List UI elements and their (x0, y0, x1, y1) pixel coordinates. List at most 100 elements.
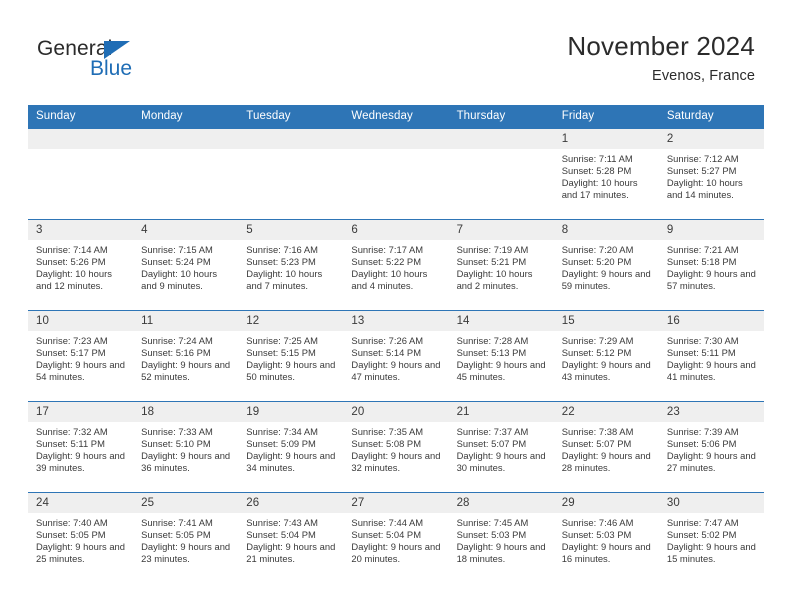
weekday-header-tuesday: Tuesday (238, 105, 344, 129)
sunrise-text: Sunrise: 7:37 AM (456, 426, 529, 437)
sunrise-text: Sunrise: 7:20 AM (561, 244, 634, 255)
calendar-day-cell[interactable]: 5 Sunrise: 7:16 AM Sunset: 5:23 PM Daylight… (238, 219, 344, 311)
daylight-text: Daylight: 9 hours and 16 minutes. (561, 540, 651, 564)
daylight-text: Daylight: 9 hours and 36 minutes. (141, 449, 231, 473)
calendar-day-cell[interactable]: 10 Sunrise: 7:23 AM Sunset: 5:17 PM Dayligh… (28, 310, 134, 402)
day-number (28, 129, 134, 149)
weekday-header-monday: Monday (133, 105, 239, 129)
calendar-week-row: 17 Sunrise: 7:32 AM Sunset: 5:11 PM Dayligh… (28, 401, 764, 493)
sunrise-text: Sunrise: 7:30 AM (666, 335, 739, 346)
day-cell-inner: 15 Sunrise: 7:29 AM Sunset: 5:12 PM Dayligh… (553, 311, 659, 401)
calendar-day-cell[interactable]: 22 Sunrise: 7:38 AM Sunset: 5:07 PM Dayligh… (553, 401, 659, 493)
calendar-day-cell[interactable]: 13 Sunrise: 7:26 AM Sunset: 5:14 PM Dayligh… (343, 310, 449, 402)
daylight-text: Daylight: 9 hours and 15 minutes. (666, 540, 756, 564)
calendar-page: General Blue November 2024 Evenos, Franc… (0, 0, 792, 612)
day-number: 24 (28, 493, 134, 513)
day-number: 3 (28, 220, 134, 240)
calendar-day-cell[interactable]: 16 Sunrise: 7:30 AM Sunset: 5:11 PM Dayligh… (658, 310, 764, 402)
calendar-day-cell[interactable]: 8 Sunrise: 7:20 AM Sunset: 5:20 PM Daylight… (553, 219, 659, 311)
sunset-text: Sunset: 5:26 PM (36, 255, 106, 267)
day-number: 17 (28, 402, 134, 422)
day-cell-inner: 3 Sunrise: 7:14 AM Sunset: 5:26 PM Daylight… (28, 220, 134, 310)
calendar-day-cell[interactable]: 19 Sunrise: 7:34 AM Sunset: 5:09 PM Dayligh… (238, 401, 344, 493)
calendar-day-cell[interactable]: 11 Sunrise: 7:24 AM Sunset: 5:16 PM Dayligh… (133, 310, 239, 402)
calendar-day-cell[interactable]: 24 Sunrise: 7:40 AM Sunset: 5:05 PM Dayligh… (28, 492, 134, 583)
calendar-table: Sunday Monday Tuesday Wednesday Thursday… (28, 105, 764, 583)
calendar-day-cell[interactable]: 1 Sunrise: 7:11 AM Sunset: 5:28 PM Daylight… (553, 129, 659, 220)
day-cell-inner (448, 129, 554, 219)
calendar-day-cell[interactable]: 23 Sunrise: 7:39 AM Sunset: 5:06 PM Dayligh… (658, 401, 764, 493)
calendar-day-cell[interactable]: 30 Sunrise: 7:47 AM Sunset: 5:02 PM Dayligh… (658, 492, 764, 583)
day-number: 11 (133, 311, 239, 331)
sun-info: Sunrise: 7:21 AM Sunset: 5:18 PM Daylight:… (659, 240, 764, 292)
calendar-day-cell[interactable]: 21 Sunrise: 7:37 AM Sunset: 5:07 PM Dayligh… (448, 401, 554, 493)
sun-info: Sunrise: 7:15 AM Sunset: 5:24 PM Daylight:… (133, 240, 238, 292)
calendar-day-cell[interactable]: 25 Sunrise: 7:41 AM Sunset: 5:05 PM Dayligh… (133, 492, 239, 583)
calendar-day-cell[interactable]: 29 Sunrise: 7:46 AM Sunset: 5:03 PM Dayligh… (553, 492, 659, 583)
daylight-text: Daylight: 9 hours and 27 minutes. (666, 449, 756, 473)
calendar-day-cell[interactable]: 4 Sunrise: 7:15 AM Sunset: 5:24 PM Daylight… (133, 219, 239, 311)
weekday-header-wednesday: Wednesday (343, 105, 449, 129)
day-number: 25 (133, 493, 239, 513)
calendar-day-cell[interactable]: 17 Sunrise: 7:32 AM Sunset: 5:11 PM Dayligh… (28, 401, 134, 493)
day-cell-inner: 22 Sunrise: 7:38 AM Sunset: 5:07 PM Dayligh… (553, 402, 659, 492)
day-cell-inner: 19 Sunrise: 7:34 AM Sunset: 5:09 PM Dayligh… (238, 402, 344, 492)
daylight-text: Daylight: 9 hours and 25 minutes. (36, 540, 126, 564)
sunrise-text: Sunrise: 7:11 AM (561, 153, 633, 164)
daylight-text: Daylight: 9 hours and 45 minutes. (456, 358, 546, 382)
day-number: 16 (658, 311, 764, 331)
calendar-week-row: 10 Sunrise: 7:23 AM Sunset: 5:17 PM Dayligh… (28, 310, 764, 402)
calendar-day-cell[interactable]: 14 Sunrise: 7:28 AM Sunset: 5:13 PM Dayligh… (448, 310, 554, 402)
sunset-text: Sunset: 5:16 PM (141, 346, 211, 358)
sunrise-text: Sunrise: 7:39 AM (666, 426, 739, 437)
day-cell-inner: 25 Sunrise: 7:41 AM Sunset: 5:05 PM Dayligh… (133, 493, 239, 583)
sunrise-text: Sunrise: 7:28 AM (456, 335, 529, 346)
calendar-day-cell[interactable]: 15 Sunrise: 7:29 AM Sunset: 5:12 PM Dayligh… (553, 310, 659, 402)
sunrise-text: Sunrise: 7:43 AM (246, 517, 318, 528)
sun-info: Sunrise: 7:37 AM Sunset: 5:07 PM Daylight:… (449, 422, 554, 474)
calendar-day-cell[interactable]: 3 Sunrise: 7:14 AM Sunset: 5:26 PM Daylight… (28, 219, 134, 311)
sunrise-text: Sunrise: 7:38 AM (561, 426, 634, 437)
day-cell-inner: 5 Sunrise: 7:16 AM Sunset: 5:23 PM Daylight… (238, 220, 344, 310)
day-number: 23 (658, 402, 764, 422)
sun-info: Sunrise: 7:39 AM Sunset: 5:06 PM Daylight:… (659, 422, 764, 474)
general-blue-logo[interactable]: General Blue (37, 38, 217, 88)
calendar-week-row: 24 Sunrise: 7:40 AM Sunset: 5:05 PM Dayligh… (28, 492, 764, 583)
day-number: 12 (238, 311, 344, 331)
calendar-day-cell[interactable]: 28 Sunrise: 7:45 AM Sunset: 5:03 PM Dayligh… (448, 492, 554, 583)
day-cell-inner: 14 Sunrise: 7:28 AM Sunset: 5:13 PM Dayligh… (448, 311, 554, 401)
day-cell-inner: 27 Sunrise: 7:44 AM Sunset: 5:04 PM Dayligh… (343, 493, 449, 583)
daylight-text: Daylight: 9 hours and 59 minutes. (561, 267, 651, 291)
daylight-text: Daylight: 9 hours and 20 minutes. (351, 540, 441, 564)
sunset-text: Sunset: 5:03 PM (561, 528, 632, 540)
calendar-day-cell[interactable]: 27 Sunrise: 7:44 AM Sunset: 5:04 PM Dayligh… (343, 492, 449, 583)
calendar-day-cell[interactable]: 12 Sunrise: 7:25 AM Sunset: 5:15 PM Dayligh… (238, 310, 344, 402)
day-number: 10 (28, 311, 134, 331)
sunset-text: Sunset: 5:23 PM (246, 255, 316, 267)
daylight-text: Daylight: 10 hours and 2 minutes. (456, 267, 533, 291)
calendar-header-row: Sunday Monday Tuesday Wednesday Thursday… (28, 105, 764, 129)
day-cell-inner (133, 129, 239, 219)
sunrise-text: Sunrise: 7:19 AM (456, 244, 529, 255)
sun-info: Sunrise: 7:33 AM Sunset: 5:10 PM Daylight:… (133, 422, 238, 474)
calendar-day-cell[interactable]: 7 Sunrise: 7:19 AM Sunset: 5:21 PM Daylight… (448, 219, 554, 311)
sun-info: Sunrise: 7:47 AM Sunset: 5:02 PM Daylight:… (659, 513, 764, 565)
sunrise-text: Sunrise: 7:23 AM (36, 335, 108, 346)
sunset-text: Sunset: 5:04 PM (246, 528, 316, 540)
calendar-day-cell[interactable]: 26 Sunrise: 7:43 AM Sunset: 5:04 PM Dayligh… (238, 492, 344, 583)
calendar-day-cell[interactable]: 18 Sunrise: 7:33 AM Sunset: 5:10 PM Dayligh… (133, 401, 239, 493)
sunset-text: Sunset: 5:27 PM (666, 164, 737, 176)
sun-info: Sunrise: 7:41 AM Sunset: 5:05 PM Daylight:… (133, 513, 238, 565)
calendar-day-cell[interactable]: 2 Sunrise: 7:12 AM Sunset: 5:27 PM Daylight… (658, 129, 764, 220)
sunset-text: Sunset: 5:15 PM (246, 346, 316, 358)
sun-info: Sunrise: 7:35 AM Sunset: 5:08 PM Daylight:… (343, 422, 448, 474)
calendar-day-cell[interactable]: 6 Sunrise: 7:17 AM Sunset: 5:22 PM Daylight… (343, 219, 449, 311)
sunset-text: Sunset: 5:11 PM (36, 437, 105, 449)
day-number: 9 (658, 220, 764, 240)
sunset-text: Sunset: 5:10 PM (141, 437, 211, 449)
day-cell-inner: 9 Sunrise: 7:21 AM Sunset: 5:18 PM Daylight… (658, 220, 764, 310)
calendar-day-cell[interactable]: 20 Sunrise: 7:35 AM Sunset: 5:08 PM Dayligh… (343, 401, 449, 493)
day-cell-inner: 23 Sunrise: 7:39 AM Sunset: 5:06 PM Dayligh… (658, 402, 764, 492)
daylight-text: Daylight: 9 hours and 30 minutes. (456, 449, 546, 473)
calendar-day-cell[interactable]: 9 Sunrise: 7:21 AM Sunset: 5:18 PM Daylight… (658, 219, 764, 311)
